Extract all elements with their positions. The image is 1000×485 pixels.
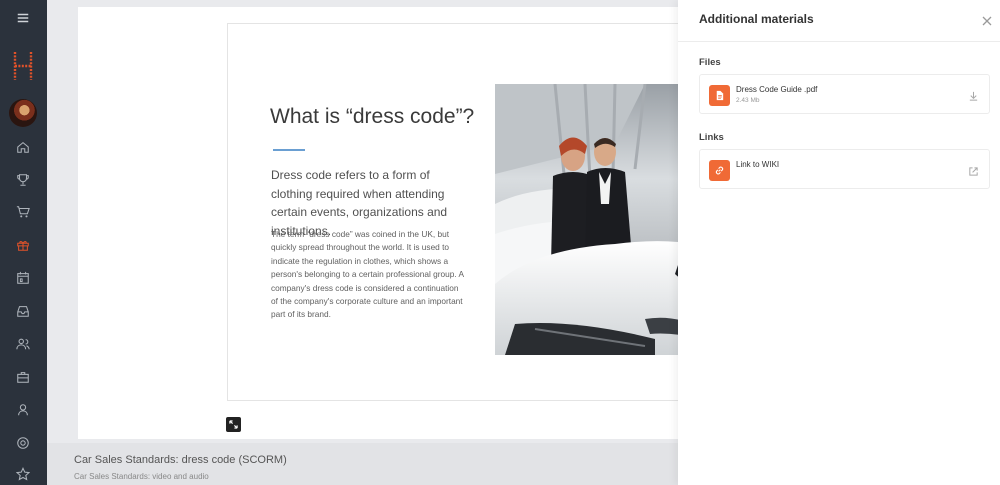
external-link-icon[interactable] — [968, 164, 979, 176]
additional-materials-panel: Additional materials Files Dress Code Gu… — [678, 0, 1000, 485]
download-icon[interactable] — [968, 89, 979, 101]
file-name: Dress Code Guide .pdf — [736, 85, 818, 94]
sidebar — [0, 0, 47, 485]
panel-title: Additional materials — [699, 12, 814, 26]
trophy-icon[interactable] — [11, 168, 35, 192]
home-icon[interactable] — [11, 135, 35, 159]
panel-header: Additional materials — [678, 0, 1000, 42]
calendar-icon[interactable] — [11, 266, 35, 290]
close-icon[interactable] — [981, 14, 993, 26]
course-title: Car Sales Standards: dress code (SCORM) — [74, 454, 287, 466]
document-icon — [709, 85, 730, 106]
file-size: 2.43 Mb — [736, 97, 760, 104]
links-heading: Links — [699, 132, 724, 143]
slide-title: What is “dress code”? — [270, 105, 475, 128]
slide-divider — [273, 149, 305, 151]
gift-icon[interactable] — [11, 233, 35, 257]
avatar[interactable] — [9, 99, 37, 127]
expand-icon — [229, 420, 238, 429]
star-icon[interactable] — [11, 462, 35, 485]
people-icon[interactable] — [11, 332, 35, 356]
course-subtitle: Car Sales Standards: video and audio — [74, 472, 209, 481]
file-card[interactable]: Dress Code Guide .pdf 2.43 Mb — [699, 74, 990, 114]
scorm-player: What is “dress code”? Dress code refers … — [78, 7, 767, 439]
cart-icon[interactable] — [11, 200, 35, 224]
menu-icon[interactable] — [11, 6, 35, 30]
inbox-icon[interactable] — [11, 299, 35, 323]
logo — [10, 50, 36, 82]
fullscreen-button[interactable] — [226, 417, 241, 432]
slide-body-text: The term “dress code” was coined in the … — [271, 229, 464, 320]
link-icon — [709, 160, 730, 181]
files-heading: Files — [699, 57, 721, 68]
user-icon[interactable] — [11, 398, 35, 422]
link-name: Link to WIKI — [736, 160, 780, 169]
briefcase-icon[interactable] — [11, 365, 35, 389]
link-card[interactable]: Link to WIKI — [699, 149, 990, 189]
target-icon[interactable] — [11, 431, 35, 455]
